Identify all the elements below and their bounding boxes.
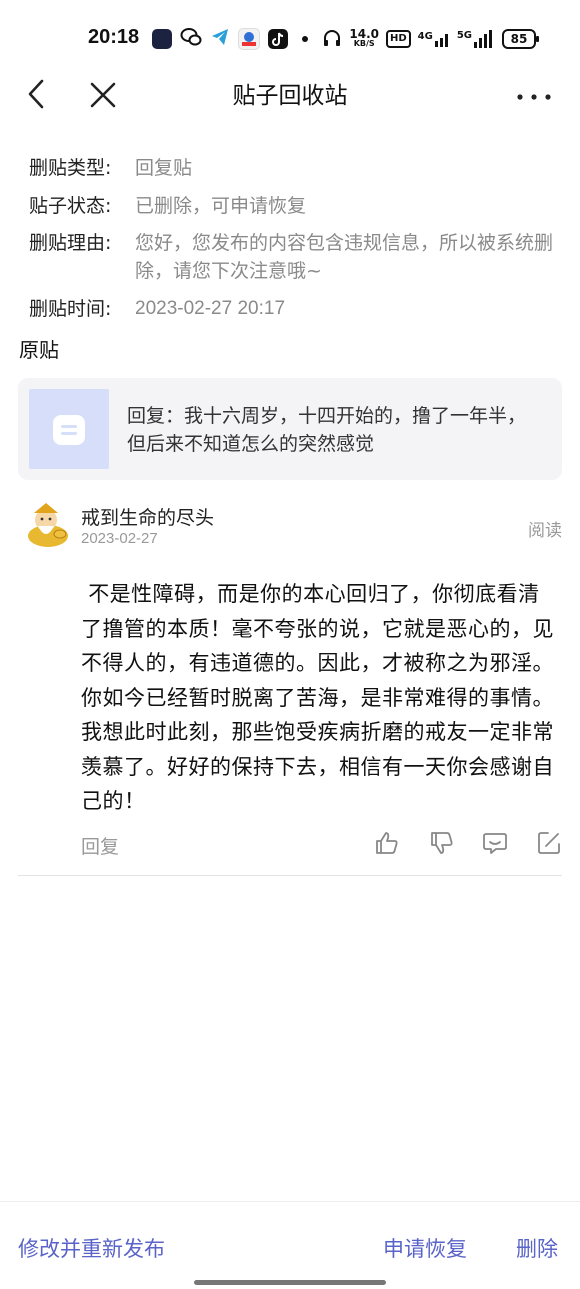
author-name[interactable]: 戒到生命的尽头 <box>81 503 214 530</box>
news-app-icon <box>238 28 260 50</box>
status-time: 20:18 <box>88 26 140 48</box>
info-row-reason: 删贴理由: 您好，您发布的内容包含违规信息，所以被系统删除，请您下次注意哦~ <box>29 229 565 285</box>
network-speed-unit: KB/S <box>353 39 375 48</box>
reply-button[interactable]: 回复 <box>81 832 119 859</box>
request-restore-button[interactable]: 申请恢复 <box>383 1233 467 1263</box>
time-label: 删贴时间: <box>29 298 112 320</box>
like-button[interactable] <box>374 830 400 856</box>
telegram-icon <box>210 27 230 51</box>
signal-bars-5g-icon <box>474 30 492 48</box>
info-row-time: 删贴时间: 2023-02-27 20:17 <box>29 295 565 323</box>
post-date: 2023-02-27 <box>81 530 158 547</box>
home-indicator[interactable] <box>194 1280 386 1285</box>
more-dots-icon <box>517 94 551 100</box>
dislike-button[interactable] <box>429 830 455 856</box>
notification-icons <box>152 27 308 51</box>
thumbs-up-icon <box>376 832 398 854</box>
original-post-card[interactable]: 回复：我十六周岁，十四开始的，撸了一年半，但后来不知道怎么的突然感觉 <box>18 378 562 480</box>
bottom-bar-divider <box>0 1201 580 1202</box>
network-5g-label: 5G <box>456 30 472 41</box>
tiktok-icon <box>268 29 288 49</box>
system-status: 14.0 KB/S HD 4G 5G 85 <box>322 27 539 51</box>
edit-republish-button[interactable]: 修改并重新发布 <box>18 1233 165 1263</box>
status-label: 贴子状态: <box>29 195 112 217</box>
delete-button[interactable]: 删除 <box>516 1233 558 1263</box>
battery-indicator: 85 <box>502 29 539 49</box>
avatar-image <box>28 503 68 547</box>
type-value: 回复贴 <box>135 157 193 179</box>
read-count-label: 阅读 <box>528 521 562 541</box>
info-row-type: 删贴类型: 回复贴 <box>29 154 565 182</box>
page-title: 贴子回收站 <box>232 83 348 109</box>
original-post-heading: 原贴 <box>19 338 59 362</box>
comment-button[interactable] <box>482 830 508 856</box>
edit-share-icon <box>538 832 560 854</box>
network-speed: 14.0 KB/S <box>349 27 379 49</box>
more-button[interactable] <box>516 88 552 100</box>
avatar[interactable] <box>22 498 74 550</box>
network-4g-label: 4G <box>417 31 433 42</box>
reason-value: 您好，您发布的内容包含违规信息，所以被系统删除，请您下次注意哦~ <box>135 232 554 282</box>
info-row-status: 贴子状态: 已删除，可申请恢复 <box>29 192 565 220</box>
wechat-icon <box>180 27 202 51</box>
divider <box>18 875 562 876</box>
signal-4g: 4G <box>418 31 450 47</box>
post-thumbnail <box>29 389 109 469</box>
comment-icon <box>483 833 507 854</box>
headphones-icon <box>322 28 342 51</box>
thumbs-down-icon <box>431 832 453 854</box>
original-post-preview: 回复：我十六周岁，十四开始的，撸了一年半，但后来不知道怎么的突然感觉 <box>127 405 527 455</box>
dot-icon <box>302 36 308 42</box>
hd-badge: HD <box>385 30 411 48</box>
network-speed-value: 14.0 <box>349 27 379 41</box>
share-button[interactable] <box>536 830 562 856</box>
type-label: 删贴类型: <box>29 157 112 179</box>
app-notification-icon <box>152 29 172 49</box>
signal-5g: 5G <box>457 30 495 48</box>
post-thumbnail-icon <box>53 415 85 445</box>
thumbnail-line <box>61 425 77 428</box>
reply-body: 不是性障碍，而是你的本心回归了，你彻底看清了撸管的本质！毫不夸张的说，它就是恶心… <box>81 582 554 813</box>
signal-bars-icon <box>434 34 448 47</box>
thumbnail-line <box>61 432 77 435</box>
time-value: 2023-02-27 20:17 <box>135 298 286 319</box>
status-value: 已删除，可申请恢复 <box>135 195 307 217</box>
reason-label: 删贴理由: <box>29 232 112 254</box>
